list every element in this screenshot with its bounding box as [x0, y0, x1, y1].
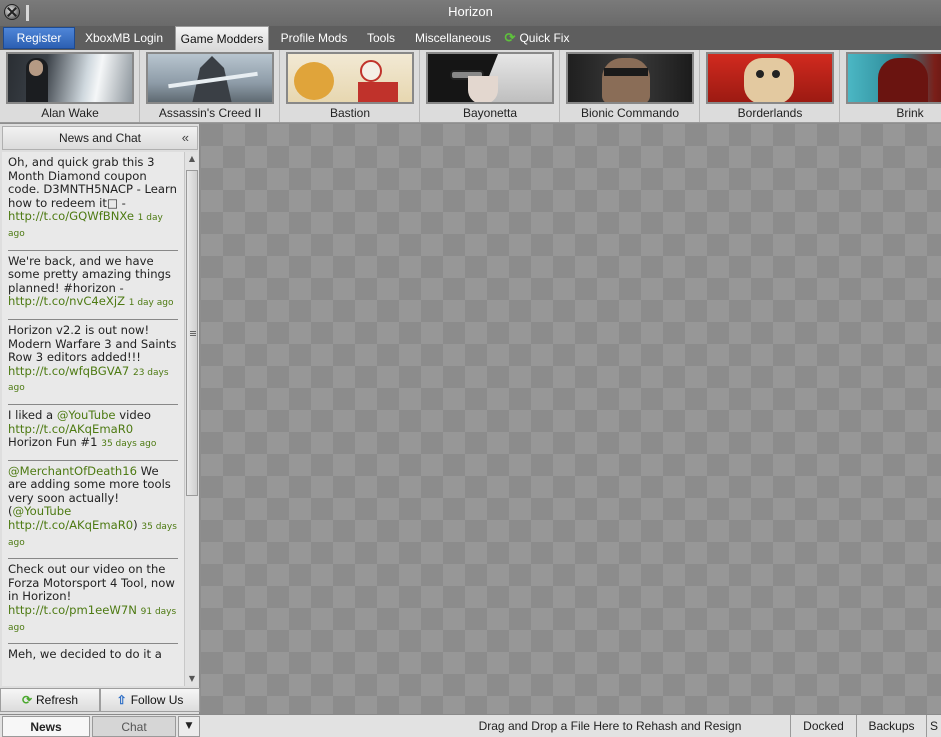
list-item: Check out our video on the Forza Motorsp…	[8, 559, 178, 645]
tab-chat[interactable]: Chat	[92, 716, 176, 737]
tweet-link[interactable]: http://t.co/wfqBGVA7	[8, 364, 129, 378]
window-title: Horizon	[448, 4, 493, 19]
backups-button[interactable]: Backups	[856, 715, 926, 737]
game-label: Bayonetta	[462, 106, 518, 120]
game-label: Alan Wake	[41, 106, 99, 120]
status-message: Drag and Drop a File Here to Rehash and …	[478, 719, 742, 733]
game-label: Bastion	[329, 106, 371, 120]
list-item: Meh, we decided to do it a	[8, 644, 178, 670]
tweet-text: I liked a	[8, 407, 57, 422]
list-item: We're back, and we have some pretty amaz…	[8, 251, 178, 320]
tweet-link[interactable]: http://t.co/pm1eeW7N	[8, 603, 137, 617]
tweet-link[interactable]: http://t.co/AKqEmaR0	[8, 422, 133, 436]
file-drop-area[interactable]	[201, 124, 941, 714]
follow-label: Follow Us	[130, 693, 184, 707]
dropdown-arrow-icon[interactable]: ▼	[178, 716, 200, 737]
tweet-text: Check out our video on the Forza Motorsp…	[8, 562, 175, 604]
tab-xboxmb-login[interactable]: XboxMB Login	[78, 26, 170, 50]
tab-miscellaneous[interactable]: Miscellaneous	[410, 26, 496, 50]
tab-profile-mods[interactable]: Profile Mods	[274, 26, 354, 50]
tweet-link[interactable]: http://t.co/GQWfBNXe	[8, 209, 134, 224]
refresh-button[interactable]: ⟳ Refresh	[0, 688, 100, 712]
refresh-label: Refresh	[36, 693, 79, 707]
panel-header: News and Chat «	[2, 126, 198, 150]
game-label: Borderlands	[737, 106, 803, 120]
tweet-text: )	[133, 518, 138, 533]
tab-register[interactable]: Register	[3, 27, 75, 49]
tweet-text: We're back, and we have some pretty amaz…	[8, 253, 171, 295]
list-item: I liked a @YouTube video http://t.co/AKq…	[8, 405, 178, 461]
quick-fix-label: Quick Fix	[519, 31, 570, 45]
scroll-up-arrow-icon[interactable]: ▲	[185, 152, 199, 166]
game-tile[interactable]: Assassin's Creed II	[140, 50, 280, 122]
grip-icon	[190, 331, 196, 332]
game-label: Bionic Commando	[580, 106, 680, 120]
docked-button[interactable]: Docked	[790, 715, 856, 737]
game-tile[interactable]: Bionic Commando	[560, 50, 700, 122]
tweet-mention[interactable]: @YouTube	[57, 408, 116, 422]
game-tile[interactable]: Borderlands	[700, 50, 840, 122]
list-item: @MerchantOfDeath16 We are adding some mo…	[8, 461, 178, 560]
game-thumbnail	[566, 52, 694, 104]
tweet-link[interactable]: http://t.co/nvC4eXjZ	[8, 294, 125, 309]
game-thumbnail	[426, 52, 554, 104]
list-item: Horizon v2.2 is out now! Modern Warfare …	[8, 320, 178, 405]
tab-game-modders[interactable]: Game Modders	[175, 26, 269, 50]
panel-title: News and Chat	[58, 131, 142, 145]
tweet-text: Horizon v2.2 is out now! Modern Warfare …	[8, 322, 177, 365]
scrollbar-thumb[interactable]	[186, 170, 198, 496]
news-chat-panel: News and Chat « Oh, and quick grab this …	[0, 124, 200, 714]
refresh-icon: ⟳	[21, 693, 33, 707]
collapse-chevron-icon[interactable]: «	[182, 127, 189, 149]
tweet-text: Horizon Fun #1	[8, 435, 98, 450]
tab-tools[interactable]: Tools	[358, 26, 404, 50]
tab-quick-fix[interactable]: ⟳ Quick Fix	[500, 26, 574, 50]
tweet-mention[interactable]: @YouTube	[13, 504, 72, 519]
game-label: Assassin's Creed II	[158, 106, 262, 120]
game-label: Brink	[896, 106, 924, 120]
menu-tabs: Register XboxMB Login Game Modders Profi…	[0, 26, 941, 50]
game-tile[interactable]: Alan Wake	[0, 50, 140, 122]
follow-us-button[interactable]: ⇧ Follow Us	[100, 688, 200, 712]
tweet-text: Oh, and quick grab this 3 Month Diamond …	[8, 155, 177, 210]
game-tile[interactable]: Bayonetta	[420, 50, 560, 122]
settings-button[interactable]: S	[926, 715, 941, 737]
game-tile[interactable]: Brink	[840, 50, 941, 122]
tweet-time: 1 day ago	[128, 298, 174, 309]
feed-scrollbar[interactable]: ▲ ▼	[184, 152, 198, 686]
status-bar: News Chat ▼ Drag and Drop a File Here to…	[0, 714, 941, 737]
game-thumbnail	[846, 52, 941, 104]
panel-buttons: ⟳ Refresh ⇧ Follow Us	[0, 688, 200, 712]
tab-news[interactable]: News	[2, 716, 90, 737]
tweet-text: video	[115, 407, 151, 422]
game-strip: Alan Wake Assassin's Creed II Bastion Ba…	[0, 50, 941, 123]
game-thumbnail	[706, 52, 834, 104]
refresh-arrows-icon: ⟳	[504, 30, 516, 45]
game-thumbnail	[146, 52, 274, 104]
list-item: Oh, and quick grab this 3 Month Diamond …	[8, 152, 178, 251]
tweet-time: 35 days ago	[101, 439, 157, 450]
game-thumbnail	[286, 52, 414, 104]
up-arrow-icon: ⇧	[116, 693, 127, 707]
title-bar: Horizon	[0, 0, 941, 26]
game-thumbnail	[6, 52, 134, 104]
scroll-down-arrow-icon[interactable]: ▼	[185, 672, 199, 686]
tweet-mention[interactable]: @MerchantOfDeath16	[8, 464, 137, 478]
tweet-text: Meh, we decided to do it a	[8, 647, 162, 662]
tweet-link[interactable]: http://t.co/AKqEmaR0	[8, 518, 133, 532]
news-feed: Oh, and quick grab this 3 Month Diamond …	[2, 152, 184, 686]
game-tile[interactable]: Bastion	[280, 50, 420, 122]
